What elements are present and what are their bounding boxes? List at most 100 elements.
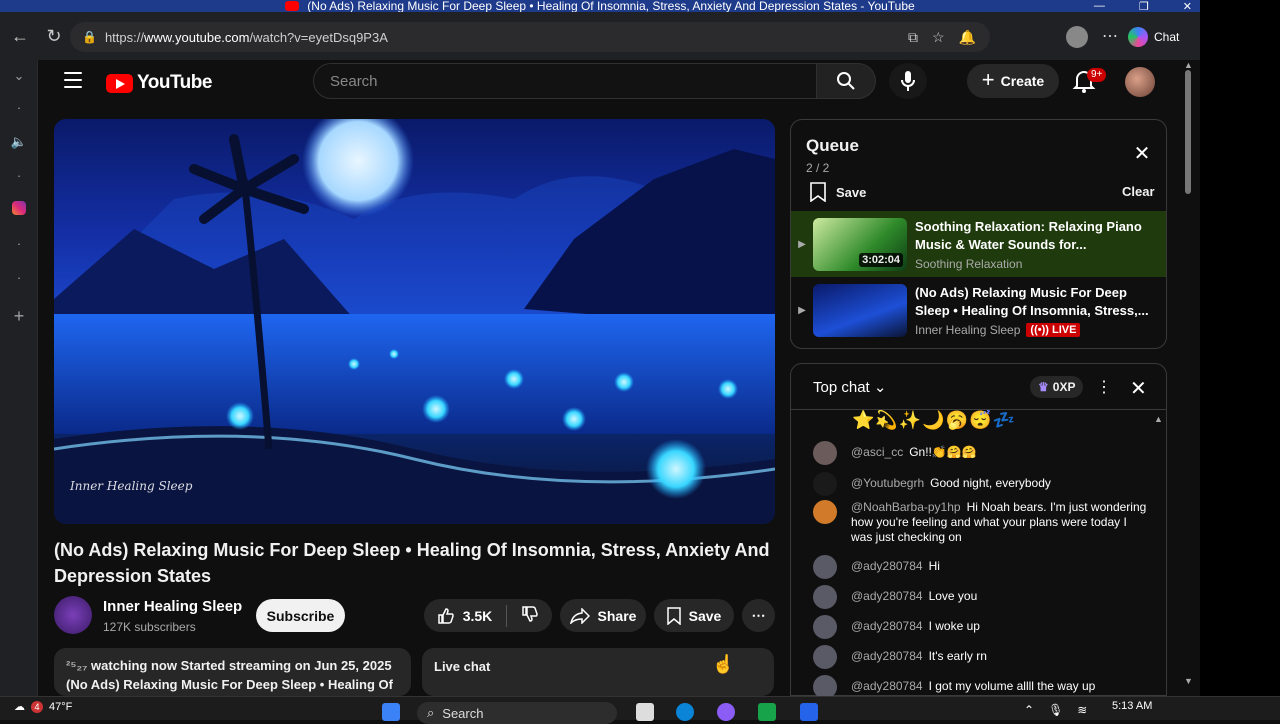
site-info-icon[interactable]: 🔒 [82, 30, 97, 44]
microphone-icon [901, 71, 915, 91]
chat-menu-icon[interactable]: ⋮ [1096, 377, 1112, 397]
queue-item[interactable]: ▶ 3:02:04 Soothing Relaxation: Relaxing … [791, 211, 1166, 277]
close-icon[interactable]: ✕ [1130, 376, 1147, 401]
task-view-icon[interactable] [636, 703, 654, 721]
queue-thumbnail: 3:02:04 [813, 217, 907, 271]
like-count: 3.5K [462, 607, 493, 624]
browser-menu-icon[interactable]: ⋯ [1102, 26, 1118, 46]
search-icon-4[interactable]: · [10, 270, 28, 288]
like-button[interactable]: 3.5K [437, 607, 493, 625]
youtube-tab-icon [285, 1, 300, 11]
menu-icon[interactable] [64, 72, 82, 88]
temperature: 47°F [49, 700, 73, 713]
youtube-logo[interactable]: YouTube [106, 72, 212, 94]
address-bar[interactable]: 🔒 https://www.youtube.com/watch?v=eyetDs… [70, 22, 990, 52]
chevron-down-icon[interactable]: ⌄ [10, 68, 28, 86]
voice-search-button[interactable] [889, 63, 927, 99]
youtube-logo-text: YouTube [137, 72, 212, 93]
search-input[interactable]: Search [313, 63, 817, 99]
search-icon-2[interactable]: · [10, 168, 28, 186]
mouse-cursor-icon: ☝ [712, 654, 735, 674]
reload-icon[interactable]: ↻ [40, 22, 68, 50]
speaker-icon[interactable]: 🔈 [10, 134, 28, 152]
queue-item-channel: Inner Healing Sleep [915, 322, 1021, 337]
start-icon[interactable] [382, 703, 400, 721]
taskbar-search[interactable]: ⌕ Search [417, 702, 617, 724]
xp-badge[interactable]: ♛ 0XP [1030, 376, 1084, 398]
channel-avatar[interactable] [54, 596, 92, 634]
chat-avatar [813, 645, 837, 669]
maximize-icon[interactable]: ❐ [1139, 0, 1149, 13]
share-label: Share [597, 607, 637, 624]
chat-message: @ady280784 I got my volume allll the way … [813, 675, 1149, 696]
scrollbar-thumb[interactable] [1185, 70, 1191, 194]
search-icon-3[interactable]: · [10, 236, 28, 254]
weather-widget[interactable]: ☁ 4 47°F [14, 700, 72, 713]
scroll-up-arrow-icon[interactable]: ▲ [1184, 60, 1193, 70]
live-badge: ((•)) LIVE [1026, 322, 1081, 337]
like-dislike-group: 3.5K [424, 599, 552, 632]
split-screen-icon[interactable]: ⧉ [908, 29, 918, 46]
scroll-down-arrow-icon[interactable]: ▼ [1184, 676, 1193, 686]
chat-message: @asci_cc Gn!!👏🤗🤗 [813, 441, 1149, 465]
minimize-icon[interactable]: — [1094, 0, 1105, 12]
subscribe-button[interactable]: Subscribe [256, 599, 345, 632]
like-divider [506, 604, 508, 627]
browser-profile-avatar[interactable] [1066, 26, 1088, 48]
chat-avatar [813, 441, 837, 465]
favorite-star-icon[interactable]: ☆ [932, 29, 945, 46]
create-button[interactable]: + Create [967, 64, 1059, 98]
description-box[interactable]: ²⁵₂₇ watching now Started streaming on J… [54, 648, 411, 696]
chat-label: Chat [1154, 30, 1180, 44]
chat-emoji-message: ⭐💫✨🌙🥱😴💤 [852, 410, 1016, 430]
copilot-chat-button[interactable]: Chat [1128, 24, 1179, 50]
video-player[interactable]: Inner Healing Sleep [54, 119, 775, 524]
save-button[interactable]: Save [654, 599, 734, 632]
alert-bell-icon[interactable]: 🔔 [959, 29, 976, 46]
account-avatar[interactable] [1125, 67, 1155, 97]
crown-icon: ♛ [1038, 380, 1049, 394]
close-icon[interactable]: ✕ [1132, 144, 1152, 164]
play-indicator-icon: ▶ [798, 304, 806, 316]
microphone-icon[interactable]: 🎙 [1048, 703, 1063, 717]
discord-icon[interactable] [717, 703, 735, 721]
dislike-button[interactable] [521, 605, 539, 626]
share-button[interactable]: Share [560, 599, 646, 632]
top-chat-dropdown[interactable]: Top chat ⌄ [813, 378, 886, 396]
app-icon-2[interactable] [800, 703, 818, 721]
more-actions-button[interactable]: ⋯ [742, 599, 775, 632]
wifi-icon[interactable]: ≋ [1077, 703, 1087, 717]
create-label: Create [1000, 73, 1045, 89]
add-icon[interactable]: + [10, 306, 28, 326]
queue-save-button[interactable]: Save [810, 182, 866, 202]
queue-clear-button[interactable]: Clear [1122, 184, 1155, 199]
queue-title: Queue [806, 136, 859, 155]
chat-avatar [813, 675, 837, 696]
share-icon [569, 607, 590, 624]
video-frame [54, 119, 775, 524]
search-icon [837, 72, 855, 90]
edge-icon[interactable] [676, 703, 694, 721]
taskbar-clock[interactable]: 5:13 AM [1112, 700, 1152, 712]
queue-item[interactable]: ▶ (No Ads) Relaxing Music For Deep Sleep… [791, 277, 1166, 343]
save-label: Save [688, 607, 722, 624]
instagram-icon[interactable] [12, 201, 26, 215]
app-icon[interactable] [758, 703, 776, 721]
chat-avatar [813, 555, 837, 579]
video-watermark: Inner Healing Sleep [70, 479, 193, 493]
channel-name[interactable]: Inner Healing Sleep [103, 598, 242, 615]
queue-item-title: Soothing Relaxation: Relaxing Piano Musi… [915, 218, 1142, 252]
url-path: /watch?v=eyetDsq9P3A [249, 29, 388, 45]
close-window-icon[interactable]: ✕ [1183, 0, 1192, 13]
chat-avatar [813, 472, 837, 496]
play-indicator-icon: ▶ [798, 238, 806, 250]
chevron-up-icon[interactable]: ⌃ [1024, 703, 1034, 717]
browser-sidebar: ⌄ · 🔈 · · · + [0, 60, 38, 696]
search-button[interactable] [816, 63, 876, 99]
watching-now-line: ²⁵₂₇ watching now Started streaming on J… [66, 658, 392, 673]
taskbar-search-label: Search [442, 705, 484, 721]
back-icon[interactable]: ← [6, 22, 34, 50]
search-icon[interactable]: · [10, 100, 28, 118]
queue-count: 2 / 2 [806, 161, 830, 175]
chat-scroll-up-icon[interactable]: ▲ [1154, 414, 1163, 424]
